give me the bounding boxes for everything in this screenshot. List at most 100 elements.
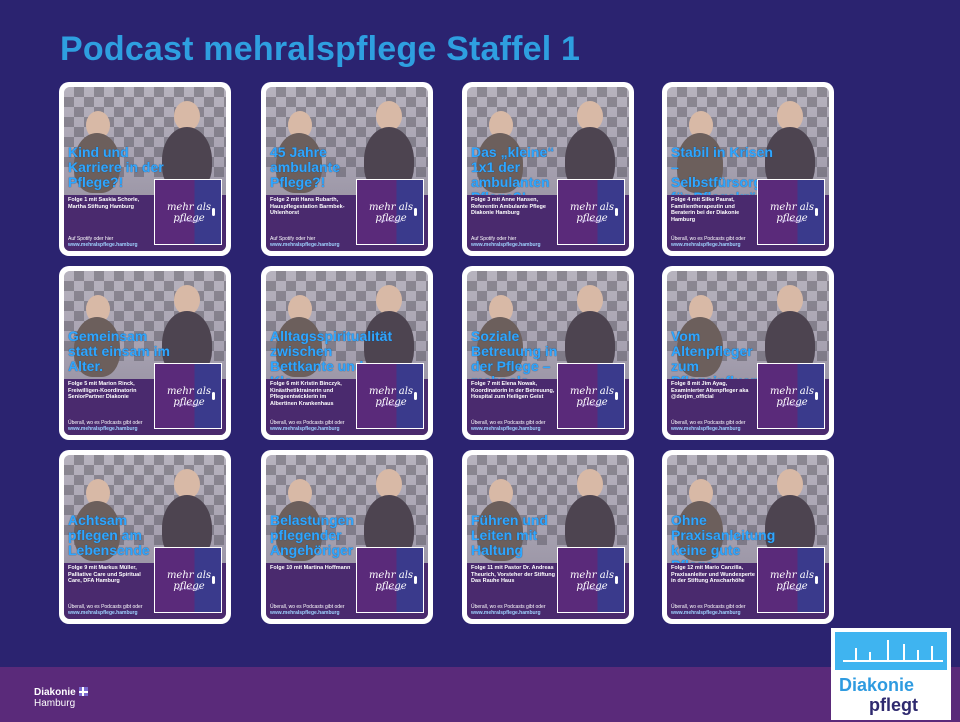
podcast-logo: mehr als pflege Der Podcast	[757, 363, 825, 429]
footer-brand: Diakonie	[34, 687, 76, 698]
episode-card[interactable]: Das „kleine“ 1x1 der ambulanten Pflege?!…	[462, 82, 634, 256]
microphone-icon	[615, 208, 618, 216]
episode-footer: Überall, wo es Podcasts gibt oder www.me…	[671, 420, 761, 432]
podcast-logo-sub: Der Podcast	[779, 586, 802, 591]
episode-cover: Ohne Praxisanleitung keine gute Pflege F…	[667, 455, 829, 619]
episode-info: Folge 11 mit Pastor Dr. Andreas Theurich…	[471, 565, 555, 585]
episode-url[interactable]: www.mehralspflege.hamburg	[68, 242, 138, 248]
podcast-logo-sub: Der Podcast	[176, 402, 199, 407]
episode-card[interactable]: Gemeinsam statt einsam im Alter. Folge 5…	[59, 266, 231, 440]
episode-cover: Alltagsspiritualität zwischen Bettkante …	[266, 271, 428, 435]
episode-footer: Überall, wo es Podcasts gibt oder www.me…	[671, 236, 761, 248]
microphone-icon	[815, 208, 818, 216]
microphone-icon	[414, 576, 417, 584]
bottom-band	[0, 667, 960, 722]
microphone-icon	[615, 392, 618, 400]
episode-url[interactable]: www.mehralspflege.hamburg	[671, 610, 741, 616]
microphone-icon	[815, 392, 818, 400]
podcast-logo: mehr als pflege Der Podcast	[154, 363, 222, 429]
episode-card[interactable]: Stabil in Krisen – Selbstfürsorge für Pf…	[662, 82, 834, 256]
episode-footer: Auf Spotify oder hier www.mehralspflege.…	[270, 236, 360, 248]
episode-card[interactable]: Achtsam pflegen am Lebensende Folge 9 mi…	[59, 450, 231, 624]
episode-card[interactable]: Ohne Praxisanleitung keine gute Pflege F…	[662, 450, 834, 624]
episode-url[interactable]: www.mehralspflege.hamburg	[471, 610, 541, 616]
hamburg-skyline-icon	[835, 632, 947, 670]
episode-cover: Führen und Leiten mit Haltung Folge 11 m…	[467, 455, 629, 619]
episode-info: Folge 2 mit Hans Rubarth, Hauspflegestat…	[270, 197, 345, 217]
episode-cover: Soziale Betreuung in der Pflege – mehr a…	[467, 271, 629, 435]
episode-cover: Das „kleine“ 1x1 der ambulanten Pflege?!…	[467, 87, 629, 251]
episode-card[interactable]: 45 Jahre ambulante Pflege?! Folge 2 mit …	[261, 82, 433, 256]
podcast-logo: mehr als pflege Der Podcast	[356, 547, 424, 613]
diakonie-cross-icon	[78, 687, 88, 696]
microphone-icon	[212, 576, 215, 584]
episode-cover: Gemeinsam statt einsam im Alter. Folge 5…	[64, 271, 226, 435]
episode-footer: Überall, wo es Podcasts gibt oder www.me…	[270, 604, 360, 616]
badge-line1: Diakonie	[839, 675, 915, 695]
podcast-logo-sub: Der Podcast	[579, 586, 602, 591]
episode-card[interactable]: Soziale Betreuung in der Pflege – mehr a…	[462, 266, 634, 440]
episode-footer: Auf Spotify oder hier www.mehralspflege.…	[68, 236, 158, 248]
episode-url[interactable]: www.mehralspflege.hamburg	[270, 610, 340, 616]
episode-info: Folge 6 mit Kristin Binczyk, Kinästhetik…	[270, 381, 342, 407]
podcast-logo: mehr als pflege Der Podcast	[154, 179, 222, 245]
episode-footer: Auf Spotify oder hier www.mehralspflege.…	[471, 236, 561, 248]
episode-info: Folge 3 mit Anne Hansen, Referentin Ambu…	[471, 197, 546, 217]
episode-card[interactable]: Führen und Leiten mit Haltung Folge 11 m…	[462, 450, 634, 624]
episode-cover: Stabil in Krisen – Selbstfürsorge für Pf…	[667, 87, 829, 251]
episode-url[interactable]: www.mehralspflege.hamburg	[68, 426, 138, 432]
episode-url[interactable]: www.mehralspflege.hamburg	[270, 426, 340, 432]
podcast-logo: mehr als pflege Der Podcast	[757, 547, 825, 613]
episode-info: Folge 12 mit Mario Canzilla, Praxisanlei…	[671, 565, 755, 585]
podcast-logo: mehr als pflege Der Podcast	[154, 547, 222, 613]
episode-url[interactable]: www.mehralspflege.hamburg	[471, 426, 541, 432]
podcast-logo-sub: Der Podcast	[378, 402, 401, 407]
episode-url[interactable]: www.mehralspflege.hamburg	[270, 242, 340, 248]
episode-info: Folge 5 mit Marion Rinck, Freiwilligen-K…	[68, 381, 137, 401]
diakonie-hamburg-logo: Diakonie Hamburg	[34, 687, 88, 709]
microphone-icon	[414, 208, 417, 216]
episode-grid: Kind und Karriere in der Pflege?! Folge …	[59, 82, 835, 624]
microphone-icon	[414, 392, 417, 400]
podcast-logo-sub: Der Podcast	[176, 586, 199, 591]
episode-card[interactable]: Kind und Karriere in der Pflege?! Folge …	[59, 82, 231, 256]
podcast-logo: mehr als pflege Der Podcast	[557, 179, 625, 245]
episode-url[interactable]: www.mehralspflege.hamburg	[671, 426, 741, 432]
podcast-logo-sub: Der Podcast	[779, 218, 802, 223]
episode-card[interactable]: Vom Altenpfleger zum Pflegeinfluencer Fo…	[662, 266, 834, 440]
episode-footer: Überall, wo es Podcasts gibt oder www.me…	[471, 420, 561, 432]
episode-footer: Überall, wo es Podcasts gibt oder www.me…	[68, 604, 158, 616]
podcast-logo-sub: Der Podcast	[579, 218, 602, 223]
episode-card[interactable]: Belastungen pflegender Angehöriger Folge…	[261, 450, 433, 624]
podcast-logo-sub: Der Podcast	[378, 586, 401, 591]
microphone-icon	[212, 392, 215, 400]
podcast-logo-sub: Der Podcast	[779, 402, 802, 407]
episode-cover: Kind und Karriere in der Pflege?! Folge …	[64, 87, 226, 251]
podcast-logo-sub: Der Podcast	[579, 402, 602, 407]
footer-city: Hamburg	[34, 698, 76, 709]
podcast-logo: mehr als pflege Der Podcast	[356, 363, 424, 429]
episode-cover: 45 Jahre ambulante Pflege?! Folge 2 mit …	[266, 87, 428, 251]
episode-info: Folge 9 mit Markus Müller, Palliative Ca…	[68, 565, 141, 585]
diakonie-pflegt-badge: Diakonie pflegt	[831, 628, 951, 720]
badge-line2: pflegt	[869, 695, 918, 715]
episode-url[interactable]: www.mehralspflege.hamburg	[68, 610, 138, 616]
episode-cover: Achtsam pflegen am Lebensende Folge 9 mi…	[64, 455, 226, 619]
podcast-logo-sub: Der Podcast	[378, 218, 401, 223]
episode-info: Folge 1 mit Saskia Schorle, Martha Stift…	[68, 197, 140, 210]
episode-url[interactable]: www.mehralspflege.hamburg	[471, 242, 541, 248]
podcast-logo: mehr als pflege Der Podcast	[757, 179, 825, 245]
episode-info: Folge 7 mit Elena Nowak, Koordinatorin i…	[471, 381, 555, 401]
episode-cover: Belastungen pflegender Angehöriger Folge…	[266, 455, 428, 619]
microphone-icon	[815, 576, 818, 584]
episode-card[interactable]: Alltagsspiritualität zwischen Bettkante …	[261, 266, 433, 440]
episode-cover: Vom Altenpfleger zum Pflegeinfluencer Fo…	[667, 271, 829, 435]
microphone-icon	[615, 576, 618, 584]
page-title: Podcast mehralspflege Staffel 1	[60, 30, 581, 68]
podcast-logo-sub: Der Podcast	[176, 218, 199, 223]
episode-url[interactable]: www.mehralspflege.hamburg	[671, 242, 741, 248]
episode-footer: Überall, wo es Podcasts gibt oder www.me…	[270, 420, 360, 432]
episode-info: Folge 4 mit Silke Paurat, Familientherap…	[671, 197, 740, 223]
microphone-icon	[212, 208, 215, 216]
podcast-logo: mehr als pflege Der Podcast	[557, 363, 625, 429]
